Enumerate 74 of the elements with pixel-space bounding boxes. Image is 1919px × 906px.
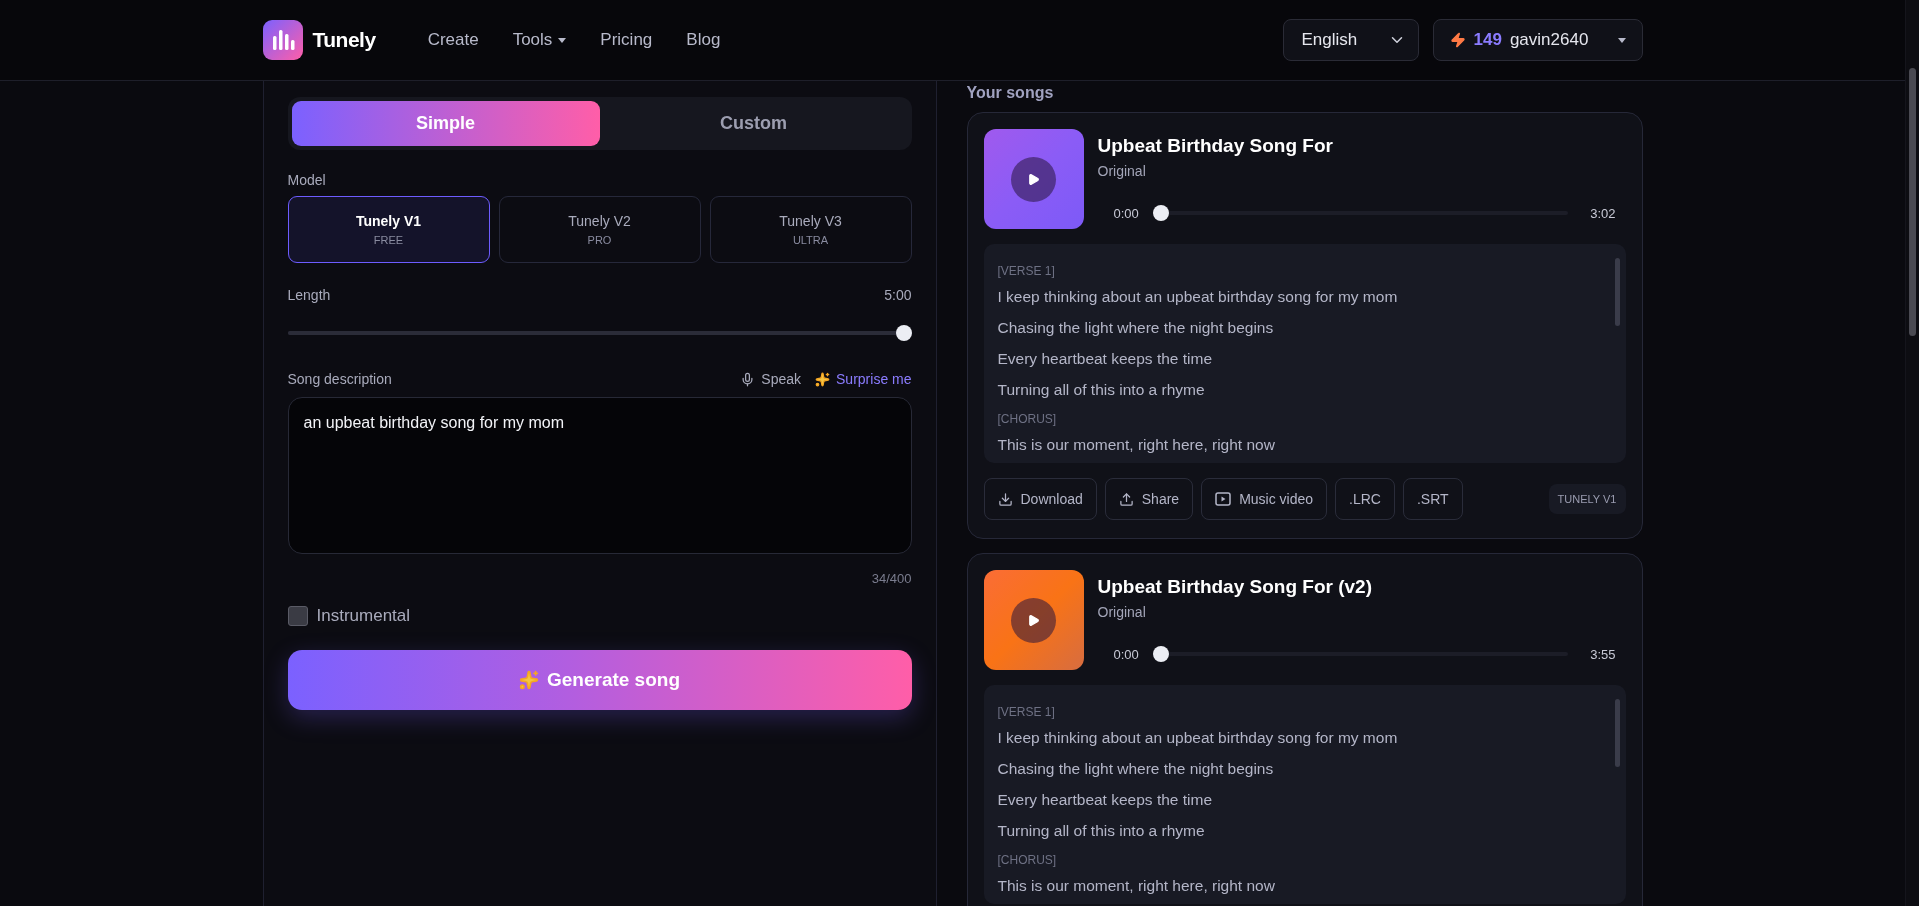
length-slider[interactable] xyxy=(287,325,912,341)
progress-thumb[interactable] xyxy=(1152,646,1169,662)
duration: 3:55 xyxy=(1590,646,1616,662)
lyrics-line: This is our moment, right here, right now xyxy=(997,435,1276,455)
logo-text: Tunely xyxy=(312,28,376,52)
surprise-button[interactable]: Surprise me xyxy=(815,371,912,387)
lyrics-line: Chasing the light where the night begins xyxy=(997,759,1275,779)
video-icon xyxy=(1215,492,1232,506)
share-button[interactable]: Share xyxy=(1104,478,1194,520)
lyrics-section-label: [CHORUS] xyxy=(997,853,1058,867)
lyrics-line: Turning all of this into a rhyme xyxy=(997,821,1206,841)
share-icon xyxy=(1118,491,1134,507)
model-option[interactable]: Tunely V2 PRO xyxy=(498,196,701,263)
progress-thumb[interactable] xyxy=(1152,205,1169,221)
slider-thumb[interactable] xyxy=(895,325,912,341)
description-label: Song description xyxy=(287,371,392,387)
nav-link[interactable]: Create xyxy=(427,30,479,50)
description-field[interactable]: an upbeat birthday song for my mom xyxy=(287,397,912,554)
lightning-icon xyxy=(1449,32,1466,48)
lyrics-scrollbar[interactable] xyxy=(1614,258,1620,326)
current-time: 0:00 xyxy=(1113,205,1139,221)
character-counter: 34/400 xyxy=(870,571,912,586)
generate-button[interactable]: Generate song xyxy=(287,650,912,710)
progress-track[interactable] xyxy=(1152,646,1569,662)
lyrics-scrollbar[interactable] xyxy=(1614,699,1620,767)
language-select[interactable]: English xyxy=(1282,19,1419,61)
lyrics-section-label: [CHORUS] xyxy=(997,412,1058,426)
caret-icon xyxy=(1617,37,1626,43)
section-heading: Your songs xyxy=(966,83,1055,103)
nav-link[interactable]: Tools xyxy=(512,30,567,50)
song-subtitle: Original xyxy=(1097,163,1147,179)
export-button[interactable]: .SRT xyxy=(1402,478,1463,520)
lyrics-section-label: [VERSE 1] xyxy=(997,705,1056,719)
model-badge: TUNELY V1 xyxy=(1548,484,1626,514)
sparkles-icon xyxy=(815,371,831,387)
length-value: 5:00 xyxy=(884,287,912,303)
mode-tab[interactable]: Simple xyxy=(291,101,600,146)
instrumental-checkbox[interactable] xyxy=(287,606,308,626)
export-button[interactable]: .LRC xyxy=(1335,478,1395,520)
instrumental-label: Instrumental xyxy=(316,606,411,626)
duration: 3:02 xyxy=(1590,205,1616,221)
microphone-icon xyxy=(740,371,756,387)
account-button[interactable]: 149 gavin2640 xyxy=(1432,19,1643,61)
play-button[interactable] xyxy=(1011,156,1056,202)
song-title: Upbeat Birthday Song For (v2) xyxy=(1097,576,1373,598)
play-icon xyxy=(1027,172,1040,186)
download-icon xyxy=(997,491,1013,507)
lyrics-line: I keep thinking about an upbeat birthday song for my mom xyxy=(997,728,1399,748)
lyrics-line: This is our moment, right here, right now xyxy=(997,876,1276,896)
model-option[interactable]: Tunely V1 FREE xyxy=(287,196,490,263)
model-label: Model xyxy=(287,172,327,188)
song-subtitle: Original xyxy=(1097,604,1147,620)
current-time: 0:00 xyxy=(1113,646,1139,662)
logo-icon xyxy=(262,20,303,60)
speak-button[interactable]: Speak xyxy=(740,371,802,387)
mode-tab[interactable]: Custom xyxy=(599,101,908,146)
lyrics-line: Chasing the light where the night begins xyxy=(997,318,1275,338)
song-title: Upbeat Birthday Song For xyxy=(1097,135,1334,157)
video-button[interactable]: Music video xyxy=(1201,478,1328,520)
nav-link[interactable]: Pricing xyxy=(600,30,653,50)
lyrics-line: Every heartbeat keeps the time xyxy=(997,349,1214,369)
lyrics-line: I keep thinking about an upbeat birthday song for my mom xyxy=(997,287,1399,307)
lyrics-line: Every heartbeat keeps the time xyxy=(997,790,1214,810)
model-option[interactable]: Tunely V3 ULTRA xyxy=(709,196,912,263)
page-scrollbar[interactable] xyxy=(1905,0,1919,906)
play-icon xyxy=(1027,613,1040,627)
progress-track[interactable] xyxy=(1152,205,1569,221)
lyrics-line: Turning all of this into a rhyme xyxy=(997,380,1206,400)
download-button[interactable]: Download xyxy=(983,478,1097,520)
length-label: Length xyxy=(287,287,331,303)
nav-link[interactable]: Blog xyxy=(686,30,721,50)
sparkles-icon xyxy=(518,670,539,690)
lyrics-section-label: [VERSE 1] xyxy=(997,264,1056,278)
play-button[interactable] xyxy=(1011,597,1056,643)
